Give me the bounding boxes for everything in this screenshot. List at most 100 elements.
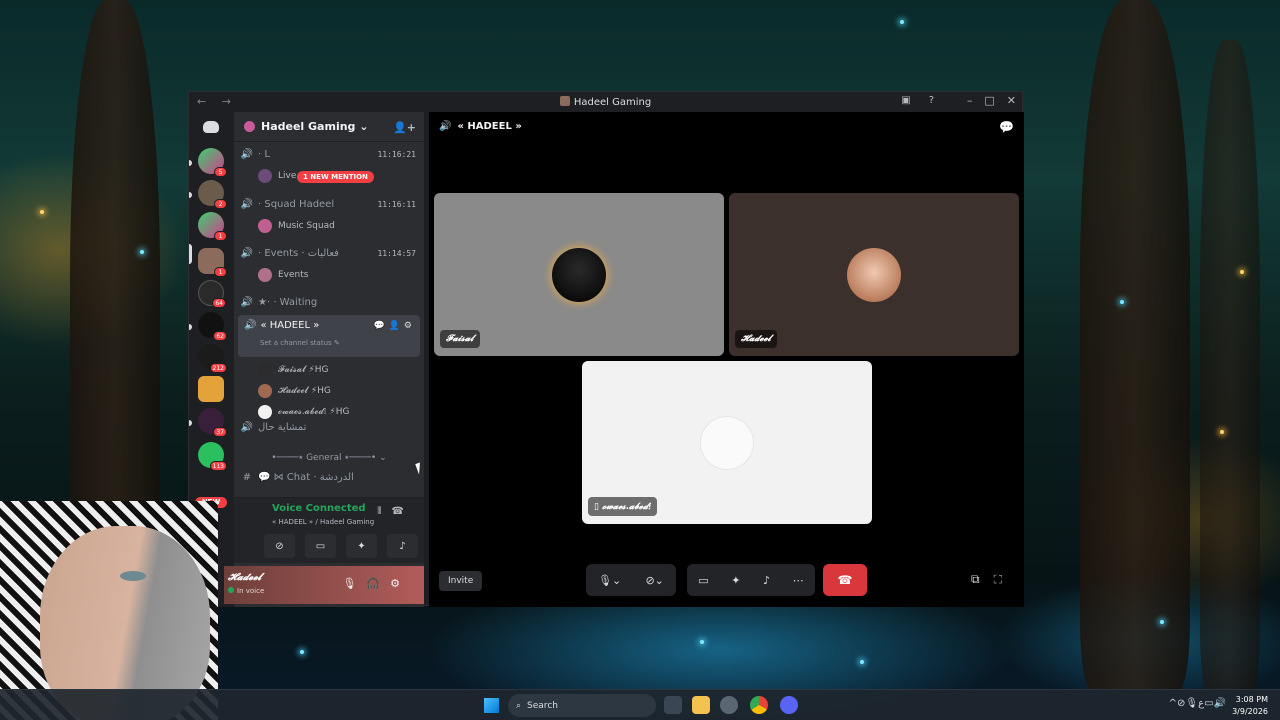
task-view-icon[interactable] bbox=[664, 696, 682, 714]
member-name: 𝓗𝓪𝓭𝓮𝓮𝓵 ⚡HG bbox=[278, 386, 331, 396]
taskbar: ⌕ Search ^⊘🎙ع▭🔊 3:08 PM 3/9/2026 bbox=[0, 689, 1280, 720]
display-icon[interactable]: ▭ bbox=[1204, 698, 1213, 709]
participant-tile[interactable]: 𝓗𝓪𝓭𝓮𝓮𝓵 bbox=[729, 193, 1019, 356]
microphone-icon[interactable]: 🎙⌄ bbox=[598, 574, 621, 587]
unread-badge: 64 bbox=[212, 298, 226, 308]
taskbar-search[interactable]: ⌕ Search bbox=[508, 694, 656, 717]
username[interactable]: 𝓗𝓪𝓭𝓮𝓮𝓵 bbox=[228, 572, 261, 583]
guild-name: Hadeel Gaming ⌄ bbox=[261, 120, 369, 133]
discord-taskbar-icon[interactable] bbox=[780, 696, 798, 714]
title-bar: ← → Hadeel Gaming ▣ ? – □ ✕ bbox=[189, 92, 1022, 112]
maximize-icon[interactable]: □ bbox=[984, 94, 994, 107]
server-icon[interactable]: 1 bbox=[198, 248, 227, 277]
channel-member[interactable]: 𝓕𝓪𝓲𝓼𝓪𝓵 ⚡HG bbox=[258, 361, 328, 379]
voice-channel[interactable]: 🔊 ⋅ L 11:16:21 bbox=[240, 144, 420, 164]
channel-name: « HADEEL » bbox=[260, 320, 320, 331]
channel-member[interactable]: Events bbox=[258, 266, 308, 284]
camera-off-icon[interactable]: ⊘⌄ bbox=[645, 574, 663, 587]
help-icon[interactable]: ? bbox=[929, 95, 934, 106]
active-voice-channel[interactable]: 🔊 « HADEEL » 💬👤⚙ Set a channel status ✎ bbox=[238, 315, 420, 357]
inbox-icon[interactable]: ▣ bbox=[901, 95, 910, 106]
server-icon[interactable]: 64 bbox=[198, 280, 226, 308]
share-screen-icon[interactable]: ▭ bbox=[698, 574, 708, 587]
channel-member[interactable]: 𝓗𝓪𝓭𝓮𝓮𝓵 ⚡HG bbox=[258, 382, 331, 400]
voice-channel[interactable]: 🔊 ★⋅ ⋅ Waiting bbox=[240, 292, 420, 312]
close-icon[interactable]: ✕ bbox=[1007, 94, 1016, 107]
activity-controls: ▭ ✦ ♪ ⋯ bbox=[687, 564, 815, 596]
popout-icon[interactable]: ⧉ bbox=[971, 572, 994, 586]
invite-icon[interactable]: 👤 bbox=[389, 321, 404, 331]
voice-channel[interactable]: 🔊 ⋅ Events ⋅ فعاليات 11:14:57 bbox=[240, 243, 420, 263]
category-header[interactable]: •────⭑ General ⭑────• ⌄ bbox=[242, 453, 416, 463]
channel-timer: 11:16:21 bbox=[377, 149, 416, 159]
voice-channel[interactable]: 🔊 تمشاية حال bbox=[240, 417, 420, 437]
invite-button[interactable]: Invite bbox=[439, 571, 483, 591]
avatar bbox=[700, 415, 754, 470]
add-member-icon[interactable]: 👤+ bbox=[393, 121, 416, 134]
discord-home-icon[interactable] bbox=[203, 121, 219, 133]
participant-name: 𝓗𝓪𝓭𝓮𝓮𝓵 bbox=[735, 330, 777, 348]
chrome-icon[interactable] bbox=[750, 696, 768, 714]
server-icon[interactable]: 212 bbox=[198, 344, 227, 373]
hash-icon: # bbox=[242, 471, 252, 483]
speaker-icon: 🔊 bbox=[240, 296, 254, 308]
text-channel[interactable]: # 💬 ⋈ Chat ⋅ الدردشة bbox=[240, 467, 420, 487]
channel-member[interactable]: Music Squad bbox=[258, 217, 335, 235]
minimize-icon[interactable]: – bbox=[967, 94, 973, 107]
server-icon[interactable]: 37 bbox=[198, 408, 227, 437]
server-icon[interactable]: 1 bbox=[198, 212, 227, 241]
unread-pill bbox=[189, 324, 192, 330]
settings-gear-icon[interactable]: ⚙ bbox=[390, 577, 410, 590]
member-name: 𝓸𝔀𝓪𝓮𝓼.𝓪𝓫𝓮𝓭⁞ ⚡HG bbox=[278, 407, 350, 417]
voice-status: Voice Connected bbox=[272, 503, 366, 514]
volume-icon[interactable]: 🔊 bbox=[1214, 698, 1226, 709]
server-icon[interactable]: 5 bbox=[198, 148, 227, 177]
avatar bbox=[258, 384, 272, 398]
channel-member[interactable]: Live bbox=[258, 167, 296, 185]
voice-channel[interactable]: 🔊 ⋅ Squad Hadeel 11:16:11 bbox=[240, 194, 420, 214]
server-icon[interactable]: 2 bbox=[198, 180, 227, 209]
activities-icon[interactable]: ✦ bbox=[346, 534, 377, 558]
search-label: Search bbox=[527, 700, 558, 711]
share-screen-icon[interactable]: ▭ bbox=[305, 534, 336, 558]
more-icon[interactable]: ⋯ bbox=[793, 574, 804, 587]
headphones-icon[interactable]: 🎧 bbox=[366, 577, 390, 590]
call-controls: Invite 🎙⌄ ⊘⌄ ▭ ✦ ♪ ⋯ ☎ ⧉⛶ bbox=[429, 564, 1024, 596]
webcam-eye bbox=[120, 571, 146, 581]
file-explorer-icon[interactable] bbox=[692, 696, 710, 714]
taskbar-clock[interactable]: 3:08 PM 3/9/2026 bbox=[1232, 694, 1268, 718]
disconnect-button[interactable]: ☎ bbox=[823, 564, 867, 596]
firefly bbox=[860, 660, 864, 664]
member-name: Music Squad bbox=[278, 221, 335, 231]
activities-icon[interactable]: ✦ bbox=[731, 574, 740, 587]
participant-tile[interactable]: ▯ 𝓸𝔀𝓪𝓮𝓼.𝓪𝓫𝓮𝓭⁞ bbox=[582, 361, 872, 524]
fullscreen-icon[interactable]: ⛶ bbox=[994, 572, 1016, 586]
microphone-icon[interactable]: 🎙 bbox=[1185, 698, 1198, 709]
chat-bubble-icon[interactable]: 💬 bbox=[999, 120, 1014, 134]
soundboard-button-icon[interactable]: ♪ bbox=[387, 534, 418, 558]
app-icon[interactable] bbox=[720, 696, 738, 714]
channel-status[interactable]: Set a channel status ✎ bbox=[260, 339, 340, 347]
chevron-up-icon[interactable]: ^ bbox=[1169, 698, 1177, 709]
settings-icon[interactable]: ⚙ bbox=[404, 321, 416, 331]
windows-start-icon[interactable] bbox=[484, 698, 499, 713]
guild-header[interactable]: Hadeel Gaming ⌄ 👤+ bbox=[234, 112, 424, 142]
server-icon[interactable]: 113 bbox=[198, 442, 227, 471]
disconnect-icon[interactable]: ☎ bbox=[392, 506, 414, 517]
window-title: Hadeel Gaming bbox=[189, 96, 1022, 108]
soundboard-icon[interactable]: ♪ bbox=[763, 574, 770, 587]
server-icon[interactable] bbox=[198, 376, 224, 402]
voice-location[interactable]: « HADEEL » / Hadeel Gaming bbox=[272, 518, 374, 526]
user-status-text: In voice bbox=[237, 587, 265, 595]
soundboard-icon[interactable]: ⦀ bbox=[377, 506, 391, 517]
new-mention-pill[interactable]: 1 NEW MENTION bbox=[297, 171, 374, 183]
selected-pill bbox=[189, 244, 192, 264]
microphone-icon[interactable]: 🎙 bbox=[342, 577, 366, 590]
clock-date: 3/9/2026 bbox=[1232, 707, 1268, 716]
avatar bbox=[258, 219, 272, 233]
chat-icon[interactable]: 💬 bbox=[373, 321, 388, 331]
camera-off-icon[interactable]: ⊘ bbox=[264, 534, 295, 558]
server-icon[interactable]: 62 bbox=[198, 312, 227, 341]
participant-tile[interactable]: 𝓕𝓪𝓲𝓼𝓪𝓵 bbox=[434, 193, 724, 356]
firefly bbox=[700, 640, 704, 644]
